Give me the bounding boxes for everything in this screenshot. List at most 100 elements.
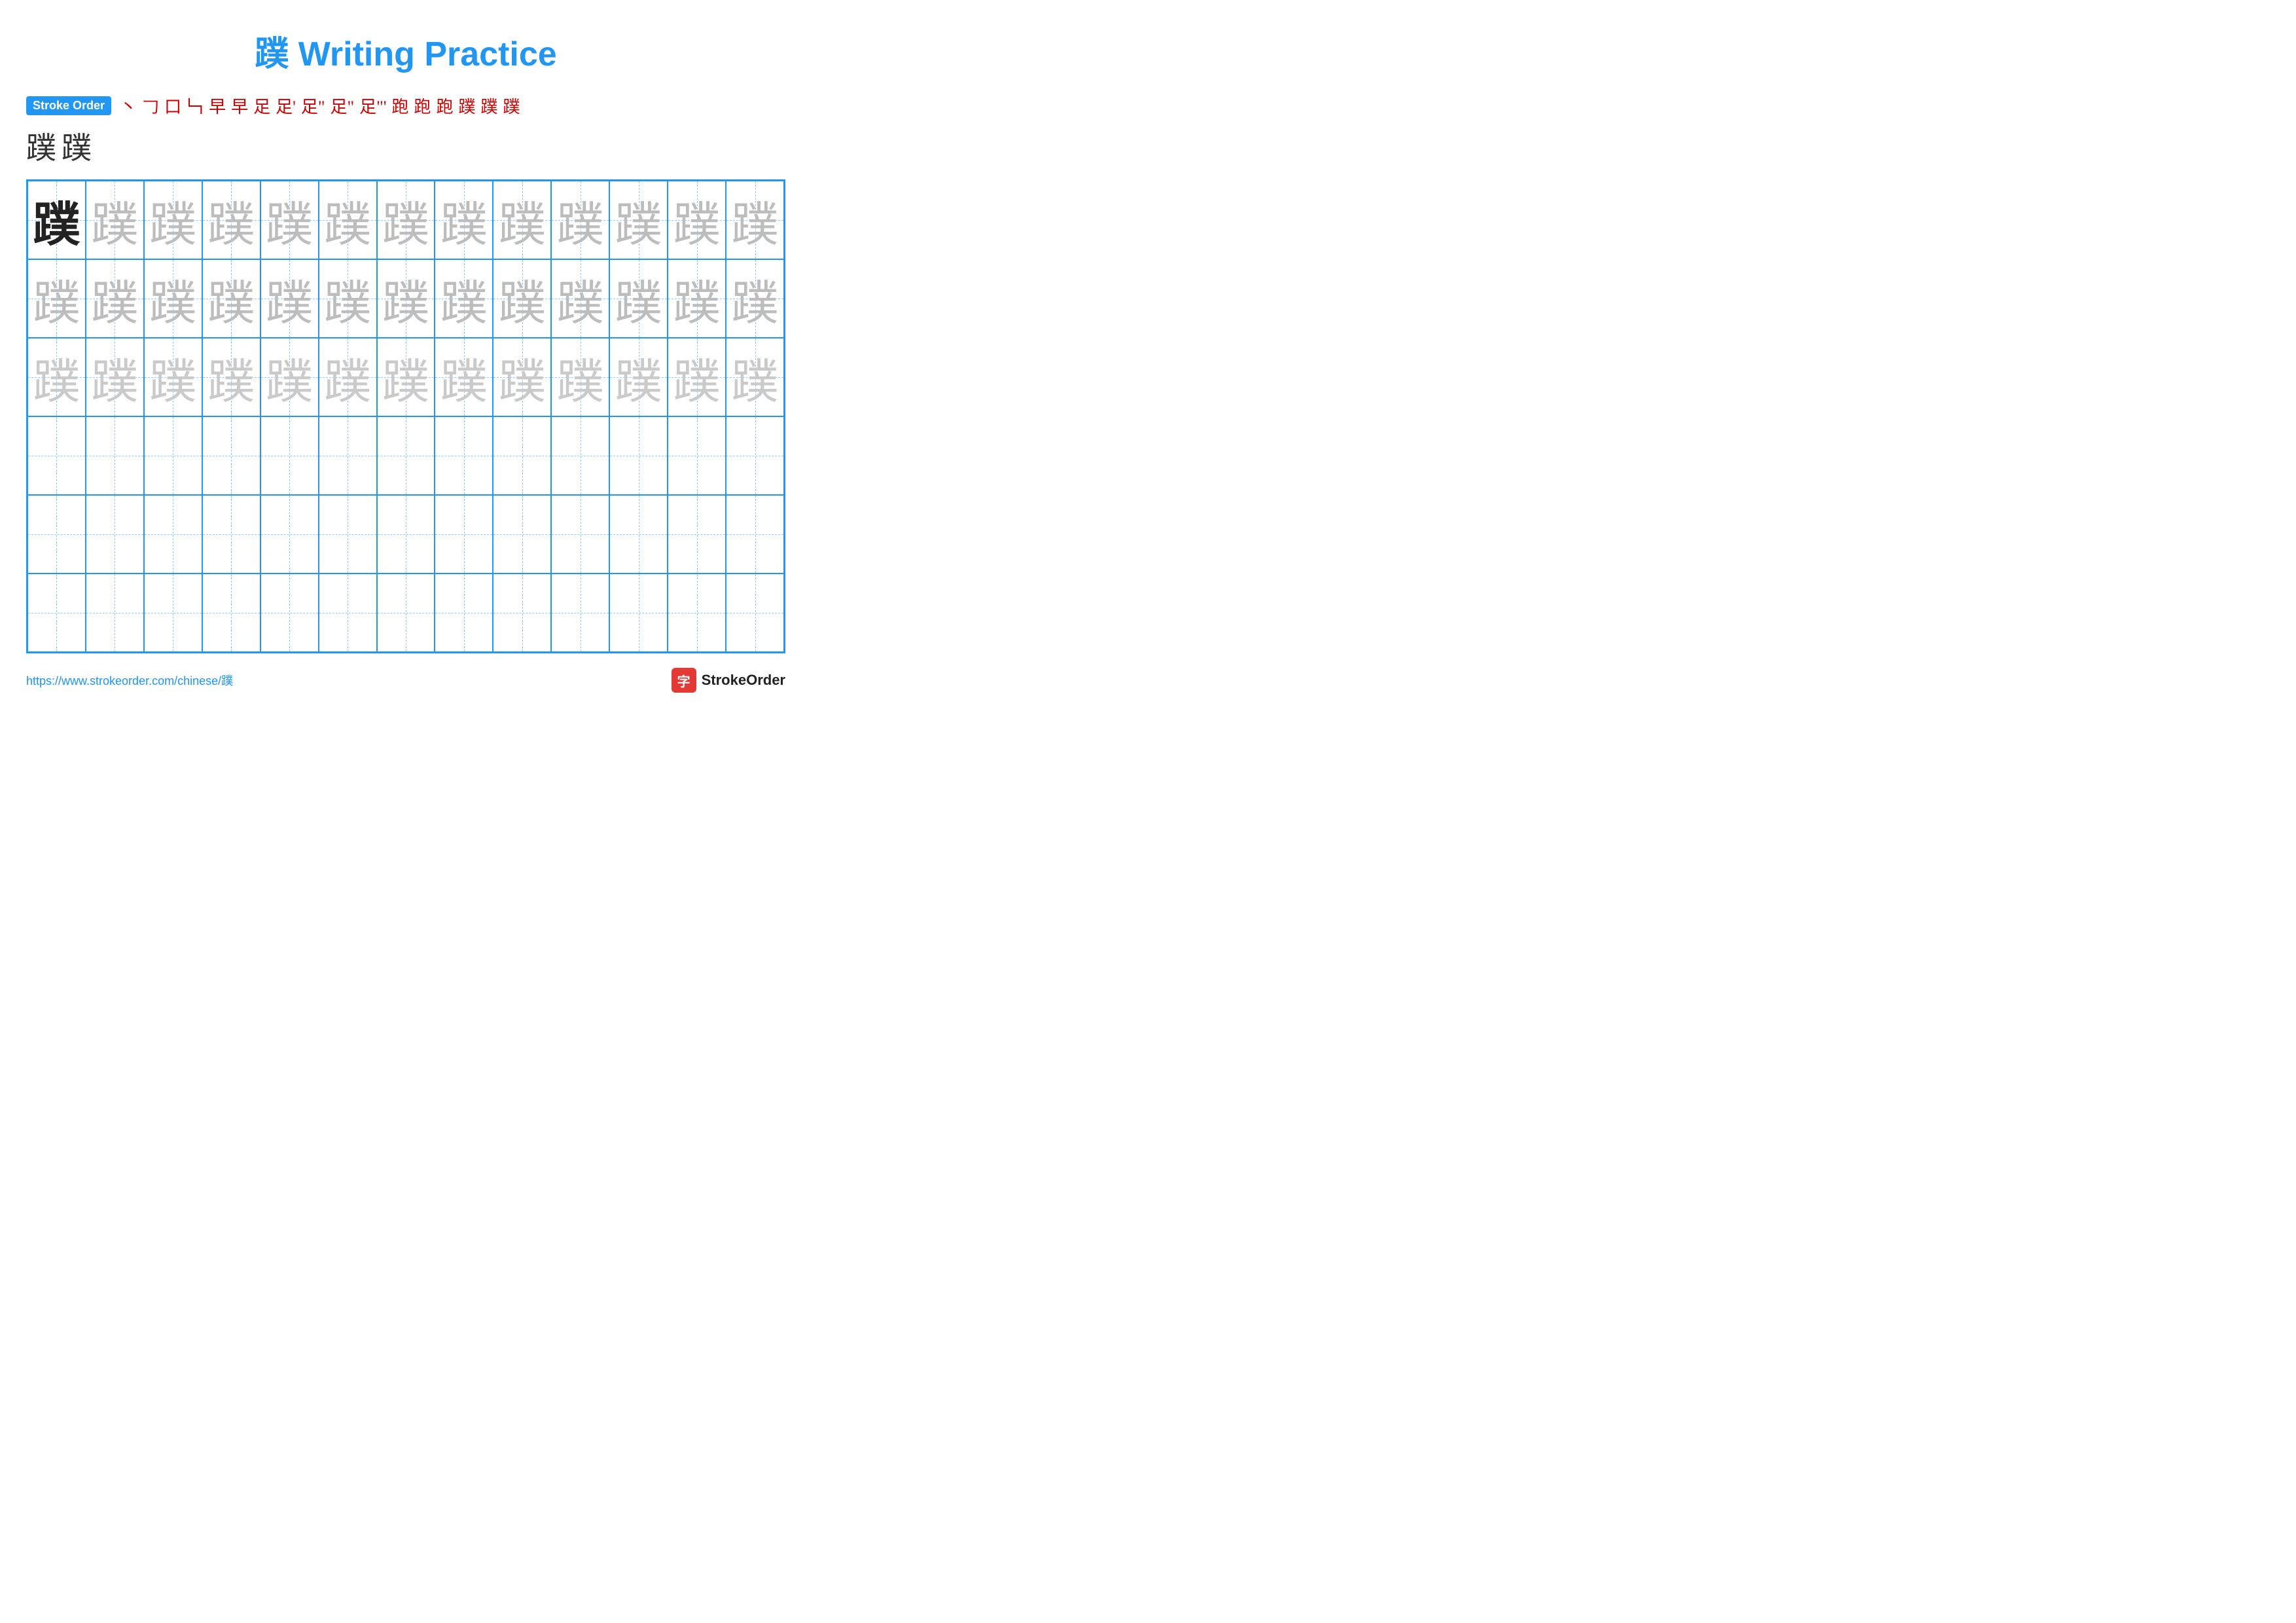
grid-cell xyxy=(27,574,86,652)
grid-cell xyxy=(377,495,435,574)
grid-cell xyxy=(435,574,493,652)
grid-cell: 蹼 xyxy=(27,259,86,338)
stroke-11: 足"' xyxy=(359,94,386,118)
grid-cell: 蹼 xyxy=(435,259,493,338)
grid-cell: 蹼 xyxy=(668,181,726,259)
grid-cell xyxy=(377,416,435,495)
grid-cell xyxy=(144,574,202,652)
grid-cell: 蹼 xyxy=(86,181,144,259)
stroke-16: 蹼 xyxy=(480,94,497,118)
grid-cell xyxy=(202,495,260,574)
grid-cell: 蹼 xyxy=(377,259,435,338)
grid-cell xyxy=(668,495,726,574)
stroke-12: 跑 xyxy=(391,94,408,118)
grid-cell: 蹼 xyxy=(86,259,144,338)
footer-brand: 字 StrokeOrder xyxy=(672,668,785,693)
grid-cell: 蹼 xyxy=(668,259,726,338)
grid-cell: 蹼 xyxy=(668,338,726,416)
grid-cell xyxy=(86,495,144,574)
grid-cell xyxy=(202,416,260,495)
grid-cell xyxy=(319,495,377,574)
stroke-6: 早 xyxy=(231,94,248,118)
grid-cell: 蹼 xyxy=(27,338,86,416)
grid-cell: 蹼 xyxy=(609,181,668,259)
grid-cell xyxy=(144,416,202,495)
grid-cell xyxy=(202,574,260,652)
stroke-8: 足' xyxy=(276,94,296,118)
grid-cell xyxy=(668,574,726,652)
practice-grid: 蹼蹼蹼蹼蹼蹼蹼蹼蹼蹼蹼蹼蹼蹼蹼蹼蹼蹼蹼蹼蹼蹼蹼蹼蹼蹼蹼蹼蹼蹼蹼蹼蹼蹼蹼蹼蹼蹼蹼 xyxy=(26,179,785,653)
final-char-1: 蹼 xyxy=(26,124,56,168)
grid-cell xyxy=(319,416,377,495)
grid-cell: 蹼 xyxy=(435,181,493,259)
stroke-order-badge: Stroke Order xyxy=(26,96,111,115)
stroke-9: 足" xyxy=(301,94,325,118)
grid-cell xyxy=(319,574,377,652)
grid-cell xyxy=(551,495,609,574)
footer: https://www.strokeorder.com/chinese/蹼 字 … xyxy=(26,668,785,693)
grid-cell: 蹼 xyxy=(144,181,202,259)
grid-cell xyxy=(726,416,784,495)
grid-cell xyxy=(609,416,668,495)
stroke-10: 足" xyxy=(330,94,354,118)
page-title: 蹼 Writing Practice xyxy=(26,20,785,75)
grid-cell: 蹼 xyxy=(726,259,784,338)
stroke-4: 𠃑 xyxy=(187,94,204,118)
grid-cell: 蹼 xyxy=(202,259,260,338)
stroke-17: 蹼 xyxy=(503,94,520,118)
final-char-2: 蹼 xyxy=(62,124,92,168)
grid-cell: 蹼 xyxy=(726,338,784,416)
grid-cell: 蹼 xyxy=(86,338,144,416)
grid-cell: 蹼 xyxy=(319,181,377,259)
grid-cell: 蹼 xyxy=(493,338,551,416)
stroke-order-row: Stroke Order 丶 𠃌 口 𠃑 早 早 足 足' 足" 足" 足"' … xyxy=(26,94,785,118)
grid-cell: 蹼 xyxy=(260,338,319,416)
grid-cell: 蹼 xyxy=(202,181,260,259)
grid-cell: 蹼 xyxy=(144,338,202,416)
grid-cell: 蹼 xyxy=(609,338,668,416)
grid-cell xyxy=(435,495,493,574)
grid-cell: 蹼 xyxy=(551,181,609,259)
grid-cell xyxy=(726,574,784,652)
grid-cell: 蹼 xyxy=(144,259,202,338)
grid-cell xyxy=(435,416,493,495)
grid-cell xyxy=(27,416,86,495)
grid-cell xyxy=(551,416,609,495)
grid-cell xyxy=(27,495,86,574)
grid-cell xyxy=(144,495,202,574)
grid-cell xyxy=(377,574,435,652)
grid-cell: 蹼 xyxy=(27,181,86,259)
grid-cell: 蹼 xyxy=(551,259,609,338)
grid-cell: 蹼 xyxy=(260,181,319,259)
grid-cell xyxy=(668,416,726,495)
stroke-13: 跑 xyxy=(414,94,431,118)
grid-cell xyxy=(493,416,551,495)
stroke-1: 丶 xyxy=(120,94,137,118)
stroke-14: 跑 xyxy=(436,94,453,118)
stroke-15: 蹼 xyxy=(458,94,475,118)
grid-cell: 蹼 xyxy=(551,338,609,416)
grid-cell: 蹼 xyxy=(609,259,668,338)
grid-cell: 蹼 xyxy=(435,338,493,416)
grid-cell: 蹼 xyxy=(202,338,260,416)
grid-cell xyxy=(86,574,144,652)
stroke-5: 早 xyxy=(209,94,226,118)
grid-cell xyxy=(726,495,784,574)
grid-cell: 蹼 xyxy=(726,181,784,259)
grid-cell: 蹼 xyxy=(377,181,435,259)
grid-cell xyxy=(609,574,668,652)
grid-cell: 蹼 xyxy=(377,338,435,416)
grid-cell xyxy=(260,495,319,574)
grid-cell xyxy=(493,495,551,574)
grid-cell: 蹼 xyxy=(493,259,551,338)
grid-cell xyxy=(493,574,551,652)
grid-cell xyxy=(609,495,668,574)
footer-brand-icon: 字 xyxy=(672,668,696,693)
footer-brand-name: StrokeOrder xyxy=(702,672,785,689)
grid-cell xyxy=(551,574,609,652)
grid-cell: 蹼 xyxy=(493,181,551,259)
stroke-7: 足 xyxy=(253,94,270,118)
grid-cell: 蹼 xyxy=(319,338,377,416)
footer-url[interactable]: https://www.strokeorder.com/chinese/蹼 xyxy=(26,672,233,689)
grid-cell xyxy=(260,416,319,495)
